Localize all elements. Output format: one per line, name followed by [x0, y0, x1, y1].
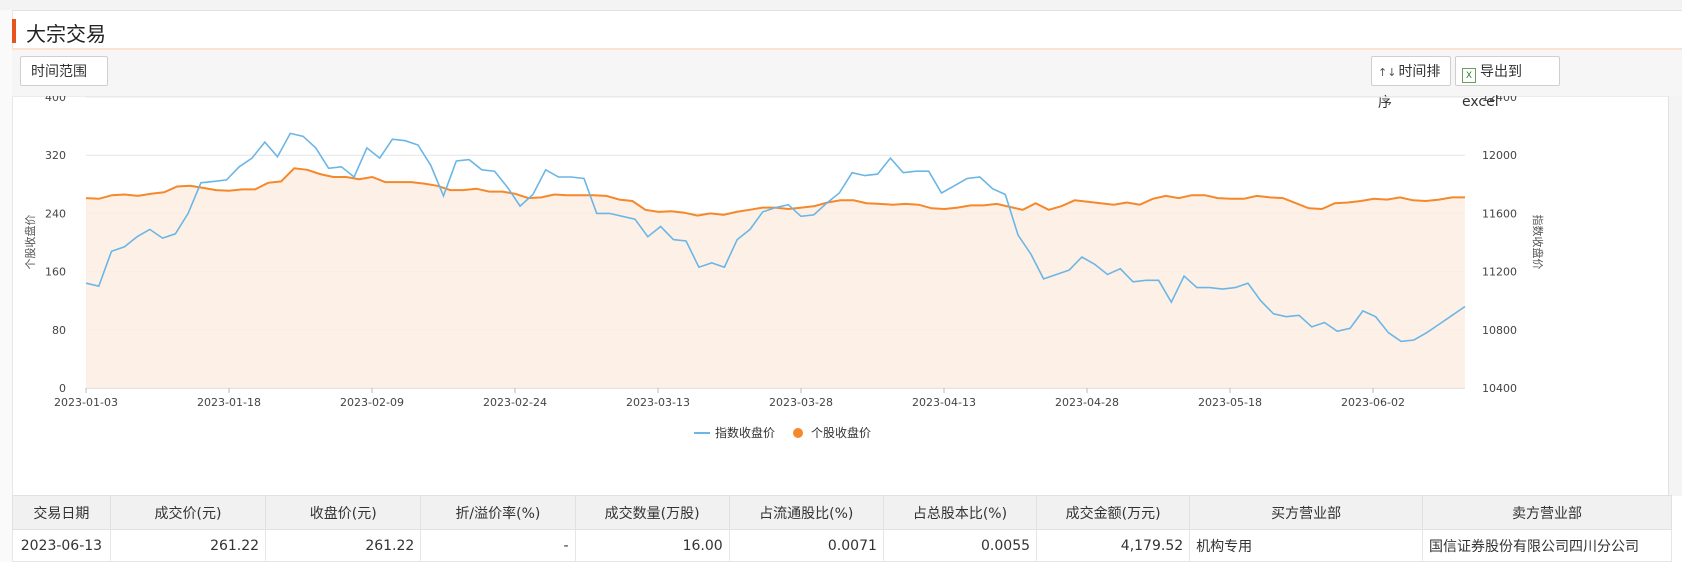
- x-tick-label: 2023-06-02: [1341, 396, 1405, 409]
- legend-stock-label: 个股收盘价: [811, 425, 871, 440]
- toolbar: 时间范围 ↑↓ 时间排序 X 导出到excel: [12, 50, 1682, 111]
- col-volume[interactable]: 成交数量(万股): [574, 495, 730, 530]
- legend-item-index[interactable]: 指数收盘价: [694, 425, 775, 440]
- cell-premium-rate: -: [420, 529, 576, 562]
- col-premium-rate[interactable]: 折/溢价率(%): [420, 495, 576, 530]
- header-accent-bar: [12, 19, 16, 43]
- cell-volume: 16.00: [574, 529, 730, 562]
- section-title: 大宗交易: [26, 22, 106, 46]
- col-amount[interactable]: 成交金额(万元): [1036, 495, 1191, 530]
- x-tick-label: 2023-02-09: [340, 396, 404, 409]
- time-range-label: 时间范围: [31, 64, 87, 80]
- right-tick-label: 11200: [1482, 266, 1517, 279]
- col-float-ratio[interactable]: 占流通股比(%): [728, 495, 884, 530]
- x-tick-label: 2023-04-28: [1055, 396, 1119, 409]
- x-tick-label: 2023-01-03: [54, 396, 118, 409]
- x-tick-label: 2023-03-28: [769, 396, 833, 409]
- legend-index-label: 指数收盘价: [715, 425, 775, 440]
- right-tick-label: 12000: [1482, 149, 1517, 162]
- cell-trade-price: 261.22: [109, 529, 267, 562]
- x-tick-label: 2023-04-13: [912, 396, 976, 409]
- cell-seller: 国信证券股份有限公司四川分公司: [1422, 529, 1672, 562]
- block-trade-chart: 0 80 160 240 320 400 10400 10800 11200 11600 12000…: [23, 96, 1545, 440]
- col-trade-price[interactable]: 成交价(元): [109, 495, 267, 530]
- col-total-ratio[interactable]: 占总股本比(%): [882, 495, 1038, 530]
- legend-stock-swatch: [793, 428, 803, 438]
- block-trade-table: 交易日期 成交价(元) 收盘价(元) 折/溢价率(%) 成交数量(万股) 占流通…: [12, 495, 1672, 562]
- left-tick-label: 160: [45, 266, 66, 279]
- left-tick-label: 400: [45, 96, 66, 104]
- right-tick-label: 10800: [1482, 324, 1517, 337]
- export-excel-button[interactable]: X 导出到excel: [1455, 56, 1560, 110]
- cell-buyer: 机构专用: [1189, 529, 1424, 562]
- right-scroll-strip: [1668, 96, 1682, 496]
- sort-arrows-icon: ↑↓: [1378, 66, 1397, 79]
- time-sort-button[interactable]: ↑↓ 时间排序: [1371, 56, 1451, 111]
- table-row: 2023-06-13 261.22 261.22 - 16.00 0.0071 …: [12, 529, 1672, 562]
- time-range-button[interactable]: 时间范围: [20, 56, 108, 86]
- cell-float-ratio: 0.0071: [728, 529, 884, 562]
- col-buyer[interactable]: 买方营业部: [1189, 495, 1424, 530]
- right-axis-label: 指数收盘价: [1531, 215, 1545, 270]
- right-tick-label: 12400: [1482, 96, 1517, 104]
- x-tick-label: 2023-02-24: [483, 396, 547, 409]
- col-seller[interactable]: 卖方营业部: [1422, 495, 1672, 530]
- table-header-row: 交易日期 成交价(元) 收盘价(元) 折/溢价率(%) 成交数量(万股) 占流通…: [12, 495, 1672, 530]
- x-tick-label: 2023-03-13: [626, 396, 690, 409]
- col-close-price[interactable]: 收盘价(元): [265, 495, 422, 530]
- left-axis-label: 个股收盘价: [23, 215, 37, 270]
- excel-icon: X: [1462, 68, 1476, 83]
- chart-legend[interactable]: 指数收盘价 个股收盘价: [694, 425, 871, 440]
- left-tick-label: 0: [59, 382, 66, 395]
- col-trade-date[interactable]: 交易日期: [12, 495, 111, 530]
- section-header: 大宗交易: [12, 14, 1682, 50]
- left-tick-label: 240: [45, 207, 66, 220]
- x-tick-label: 2023-01-18: [197, 396, 261, 409]
- x-tick-label: 2023-05-18: [1198, 396, 1262, 409]
- cell-amount: 4,179.52: [1036, 529, 1191, 562]
- cell-close-price: 261.22: [265, 529, 422, 562]
- window-top-strip: [0, 0, 1682, 11]
- right-tick-label: 11600: [1482, 207, 1517, 220]
- left-tick-label: 80: [52, 324, 66, 337]
- stock-close-area: [86, 168, 1465, 388]
- cell-trade-date: 2023-06-13: [12, 529, 111, 562]
- left-tick-label: 320: [45, 149, 66, 162]
- right-tick-label: 10400: [1482, 382, 1517, 395]
- cell-total-ratio: 0.0055: [882, 529, 1038, 562]
- legend-item-stock[interactable]: 个股收盘价: [793, 425, 871, 440]
